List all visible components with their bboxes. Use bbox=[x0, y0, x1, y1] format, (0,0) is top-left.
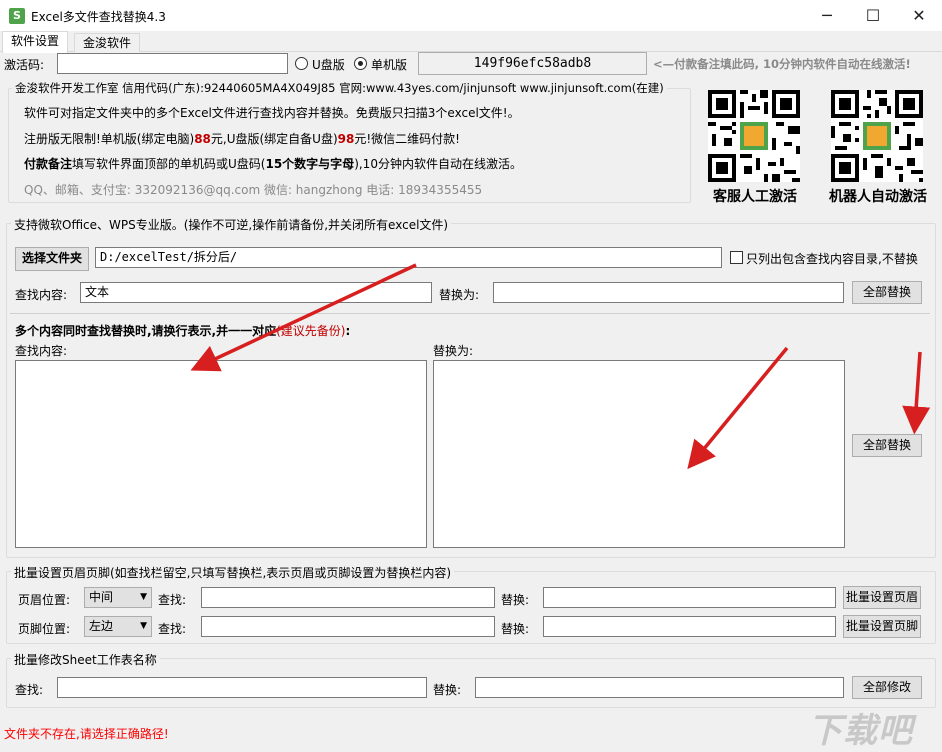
multi-replace-label: 替换为: bbox=[433, 342, 473, 359]
chevron-down-icon: ▼ bbox=[140, 588, 147, 607]
main-groupbox-legend: 支持微软Office、WPS专业版。(操作不可逆,操作前请备份,并关闭所有exc… bbox=[11, 216, 451, 233]
header-position-value: 中间 bbox=[89, 590, 113, 604]
maximize-button[interactable]: ☐ bbox=[850, 0, 896, 31]
code-length-note: 15个数字与字母 bbox=[265, 157, 354, 171]
usb-version-radio[interactable] bbox=[295, 57, 308, 70]
footer-position-value: 左边 bbox=[89, 619, 113, 633]
footer-replace-input[interactable] bbox=[543, 616, 836, 637]
info-line-2-text-c: 元!微信二维码付款! bbox=[354, 132, 460, 146]
watermark-logo: 下载吧 bbox=[808, 703, 913, 752]
info-line-3-text-b: ),10分钟内软件自动在线激活。 bbox=[354, 157, 522, 171]
multi-replace-textarea[interactable] bbox=[433, 360, 845, 548]
choose-folder-button[interactable]: 选择文件夹 bbox=[15, 247, 89, 271]
sheet-find-input[interactable] bbox=[57, 677, 427, 698]
close-button[interactable]: ✕ bbox=[896, 0, 942, 31]
folder-path-input[interactable]: D:/excelTest/拆分后/ bbox=[95, 247, 722, 268]
sheet-find-label: 查找: bbox=[15, 681, 43, 698]
info-line-2-text-b: 元,U盘版(绑定自备U盘) bbox=[211, 132, 338, 146]
single-version-radio[interactable] bbox=[354, 57, 367, 70]
qr-label-customer-service: 客服人工激活 bbox=[706, 186, 804, 206]
qr-label-auto-activation: 机器人自动激活 bbox=[816, 186, 940, 206]
info-line-1: 软件可对指定文件夹中的多个Excel文件进行查找内容并替换。免费版只扫描3个ex… bbox=[24, 104, 520, 121]
multi-replace-colon: : bbox=[346, 324, 351, 338]
backup-warning: (建议先备份) bbox=[276, 324, 345, 338]
app-icon: S bbox=[9, 8, 25, 24]
info-line-3: 付款备注填写软件界面顶部的单机码或U盘码(15个数字与字母),10分钟内软件自动… bbox=[24, 155, 522, 172]
header-footer-legend: 批量设置页眉页脚(如查找栏留空,只填写替换栏,表示页眉或页脚设置为替换栏内容) bbox=[11, 564, 454, 581]
usb-version-label: U盘版 bbox=[312, 56, 345, 73]
machine-code-hint: <—付款备注填此码, 10分钟内软件自动在线激活! bbox=[653, 56, 911, 72]
multi-find-label: 查找内容: bbox=[15, 342, 67, 359]
tab-jinjun-software[interactable]: 金浚软件 bbox=[74, 33, 140, 52]
developer-info: 金浚软件开发工作室 信用代码(广东):92440605MA4X049J85 官网… bbox=[12, 80, 667, 96]
footer-position-select[interactable]: 左边 ▼ bbox=[84, 616, 152, 637]
info-line-2-text-a: 注册版无限制!单机版(绑定电脑) bbox=[24, 132, 194, 146]
footer-find-input[interactable] bbox=[201, 616, 495, 637]
header-replace-input[interactable] bbox=[543, 587, 836, 608]
single-version-label: 单机版 bbox=[371, 56, 407, 73]
replace-with-label: 替换为: bbox=[439, 286, 479, 303]
payment-note-label: 付款备注 bbox=[24, 157, 72, 171]
replace-all-button[interactable]: 全部替换 bbox=[852, 281, 922, 304]
qr-code-customer-service bbox=[708, 90, 800, 182]
sheet-rename-legend: 批量修改Sheet工作表名称 bbox=[11, 651, 160, 668]
tab-strip bbox=[0, 31, 942, 52]
header-find-label: 查找: bbox=[158, 591, 186, 608]
multi-replace-title: 多个内容同时查找替换时,请换行表示,并一一对应(建议先备份): bbox=[15, 322, 350, 339]
header-find-input[interactable] bbox=[201, 587, 495, 608]
only-list-label: 只列出包含查找内容目录,不替换 bbox=[746, 250, 918, 267]
section-divider bbox=[10, 313, 930, 314]
info-line-3-text-a: 填写软件界面顶部的单机码或U盘码( bbox=[72, 157, 265, 171]
header-position-select[interactable]: 中间 ▼ bbox=[84, 587, 152, 608]
info-line-2: 注册版无限制!单机版(绑定电脑)88元,U盘版(绑定自备U盘)98元!微信二维码… bbox=[24, 130, 460, 147]
header-position-label: 页眉位置: bbox=[18, 591, 70, 608]
sheet-replace-label: 替换: bbox=[433, 681, 461, 698]
tab-software-settings[interactable]: 软件设置 bbox=[2, 31, 68, 53]
machine-code-field[interactable]: 149f96efc58adb8 bbox=[418, 52, 647, 75]
replace-with-input[interactable] bbox=[493, 282, 844, 303]
footer-replace-label: 替换: bbox=[501, 620, 529, 637]
find-content-label: 查找内容: bbox=[15, 286, 67, 303]
sheet-replace-input[interactable] bbox=[475, 677, 844, 698]
multi-find-textarea[interactable] bbox=[15, 360, 427, 548]
set-header-button[interactable]: 批量设置页眉 bbox=[843, 586, 921, 609]
window-title: Excel多文件查找替换4.3 bbox=[31, 8, 166, 25]
set-footer-button[interactable]: 批量设置页脚 bbox=[843, 615, 921, 638]
single-price: 88 bbox=[194, 132, 211, 146]
only-list-checkbox[interactable] bbox=[730, 251, 743, 264]
status-message: 文件夹不存在,请选择正确路径! bbox=[4, 725, 169, 742]
usb-price: 98 bbox=[338, 132, 355, 146]
multi-replace-all-button[interactable]: 全部替换 bbox=[852, 434, 922, 457]
footer-find-label: 查找: bbox=[158, 620, 186, 637]
qr-code-auto-activation bbox=[831, 90, 923, 182]
find-content-input[interactable]: 文本 bbox=[80, 282, 432, 303]
activation-code-label: 激活码: bbox=[4, 56, 44, 73]
chevron-down-icon: ▼ bbox=[140, 617, 147, 636]
contact-info: QQ、邮箱、支付宝: 332092136@qq.com 微信: hangzhon… bbox=[24, 181, 482, 198]
header-replace-label: 替换: bbox=[501, 591, 529, 608]
footer-position-label: 页脚位置: bbox=[18, 620, 70, 637]
multi-replace-title-text: 多个内容同时查找替换时,请换行表示,并一一对应 bbox=[15, 324, 276, 338]
minimize-button[interactable]: ─ bbox=[804, 0, 850, 31]
modify-all-button[interactable]: 全部修改 bbox=[852, 676, 922, 699]
activation-code-input[interactable] bbox=[57, 53, 288, 74]
